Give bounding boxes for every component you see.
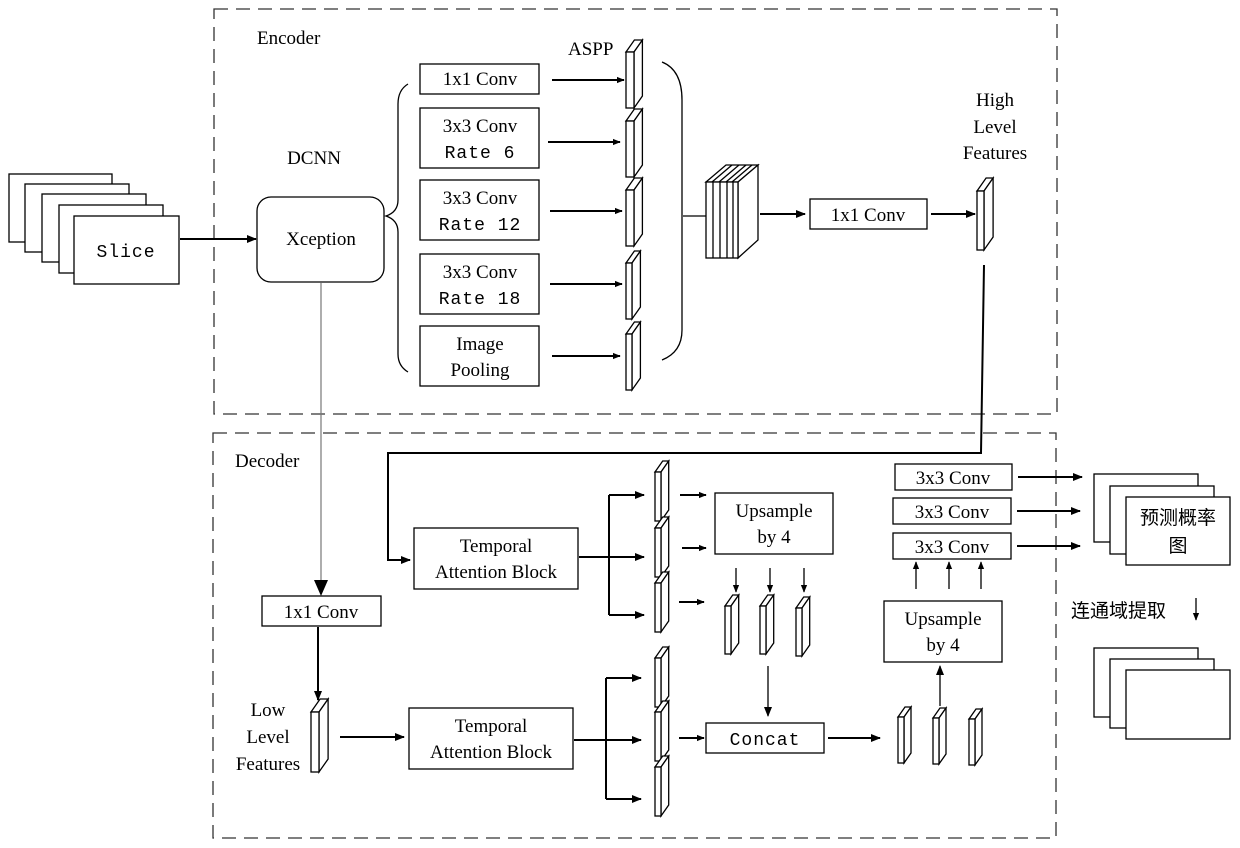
extraction-label: 连通域提取 xyxy=(1071,600,1166,622)
tab-top-feature-map-1 xyxy=(653,458,670,524)
low-level-feature-map xyxy=(309,696,330,775)
xception-label: Xception xyxy=(286,229,356,250)
low-level-label-3: Features xyxy=(236,754,300,775)
svg-text:1x1 Conv: 1x1 Conv xyxy=(443,69,518,90)
feature-maps xyxy=(309,37,995,819)
output-conv-1: 3x3 Conv xyxy=(894,463,1013,491)
tab-top-label-2: Attention Block xyxy=(435,562,557,583)
tab-bottom-feature-map-2 xyxy=(653,698,670,764)
dcnn-title: DCNN xyxy=(287,148,341,169)
svg-text:3x3 Conv: 3x3 Conv xyxy=(916,468,991,489)
prediction-map-stack: 预测概率 图 xyxy=(1093,473,1231,566)
high-level-label-1: High xyxy=(976,90,1015,111)
prediction-label-2: 图 xyxy=(1168,535,1187,557)
tab-bottom-label-1: Temporal xyxy=(455,716,528,737)
high-level-label-2: Level xyxy=(973,117,1016,138)
tab-top-fanout xyxy=(579,491,645,619)
low-level-label-2: Level xyxy=(246,727,289,748)
tab-bottom-feature-map-3 xyxy=(653,753,670,819)
aspp-feature-map-5 xyxy=(624,319,642,393)
aspp-left-brace xyxy=(383,83,409,373)
decoder-1x1-conv-label: 1x1 Conv xyxy=(284,602,359,623)
tab-top-feature-map-2 xyxy=(653,514,670,580)
aspp-title: ASPP xyxy=(568,39,613,60)
upsample-right-label-1: Upsample xyxy=(904,609,981,630)
aspp-feature-map-2 xyxy=(624,106,644,180)
upsampled-feature-map-2 xyxy=(758,592,775,657)
svg-text:Rate 12: Rate 12 xyxy=(439,216,522,236)
output-conv-2: 3x3 Conv xyxy=(892,497,1012,525)
tab-bottom-label-2: Attention Block xyxy=(430,742,552,763)
svg-text:Image: Image xyxy=(456,334,503,355)
svg-text:3x3 Conv: 3x3 Conv xyxy=(443,188,518,209)
tab-top-label-1: Temporal xyxy=(460,536,533,557)
concat-feature-map-2 xyxy=(931,705,948,767)
tab-top-feature-map-3 xyxy=(653,569,670,635)
upsample-top-label-1: Upsample xyxy=(735,501,812,522)
svg-text:3x3 Conv: 3x3 Conv xyxy=(443,116,518,137)
encoder-1x1-conv-label: 1x1 Conv xyxy=(831,205,906,226)
aspp-branch-1x1: 1x1 Conv xyxy=(419,63,540,95)
svg-text:Rate 18: Rate 18 xyxy=(439,290,522,310)
decoder-label: Decoder xyxy=(235,451,300,472)
slice-label: Slice xyxy=(96,243,155,263)
aspp-branch-rate6: 3x3 Conv Rate 6 xyxy=(419,107,540,169)
aspp-feature-map-1 xyxy=(624,37,644,111)
aspp-concat-stack xyxy=(704,163,760,260)
aspp-branch-rate12: 3x3 Conv Rate 12 xyxy=(419,179,540,241)
tab-bottom-fanout xyxy=(574,674,642,803)
xception-to-decoder-arrowhead xyxy=(314,580,328,596)
aspp-feature-map-3 xyxy=(624,175,644,249)
concat-label: Concat xyxy=(730,731,801,751)
encoder-label: Encoder xyxy=(257,28,321,49)
svg-text:Rate 6: Rate 6 xyxy=(445,144,516,164)
concat-feature-map-3 xyxy=(967,706,984,768)
output-conv-3: 3x3 Conv xyxy=(892,532,1012,560)
upsampled-feature-map-1 xyxy=(723,592,740,657)
aspp-branch-rate18: 3x3 Conv Rate 18 xyxy=(419,253,540,315)
prediction-label-1: 预测概率 xyxy=(1140,507,1216,529)
tab-bottom-feature-map-1 xyxy=(653,644,670,710)
low-level-label-1: Low xyxy=(251,700,286,721)
aspp-feature-map-4 xyxy=(624,248,642,322)
high-level-feature-map xyxy=(975,175,995,253)
high-level-label-3: Features xyxy=(963,143,1027,164)
input-slice-stack: Slice xyxy=(8,173,180,285)
svg-text:3x3 Conv: 3x3 Conv xyxy=(443,262,518,283)
upsampled-feature-map-3 xyxy=(794,594,811,659)
upsample-top-label-2: by 4 xyxy=(757,527,791,548)
aspp-right-bracket xyxy=(661,61,683,361)
svg-text:3x3 Conv: 3x3 Conv xyxy=(915,537,990,558)
svg-text:3x3 Conv: 3x3 Conv xyxy=(915,502,990,523)
upsample-right-label-2: by 4 xyxy=(926,635,960,656)
architecture-diagram: Encoder Decoder Slice DCNN Xception ASPP… xyxy=(8,8,1231,839)
svg-text:Pooling: Pooling xyxy=(450,360,510,381)
concat-feature-map-1 xyxy=(896,704,913,766)
aspp-branch-image-pooling: Image Pooling xyxy=(419,325,540,387)
result-map-stack xyxy=(1093,647,1231,740)
